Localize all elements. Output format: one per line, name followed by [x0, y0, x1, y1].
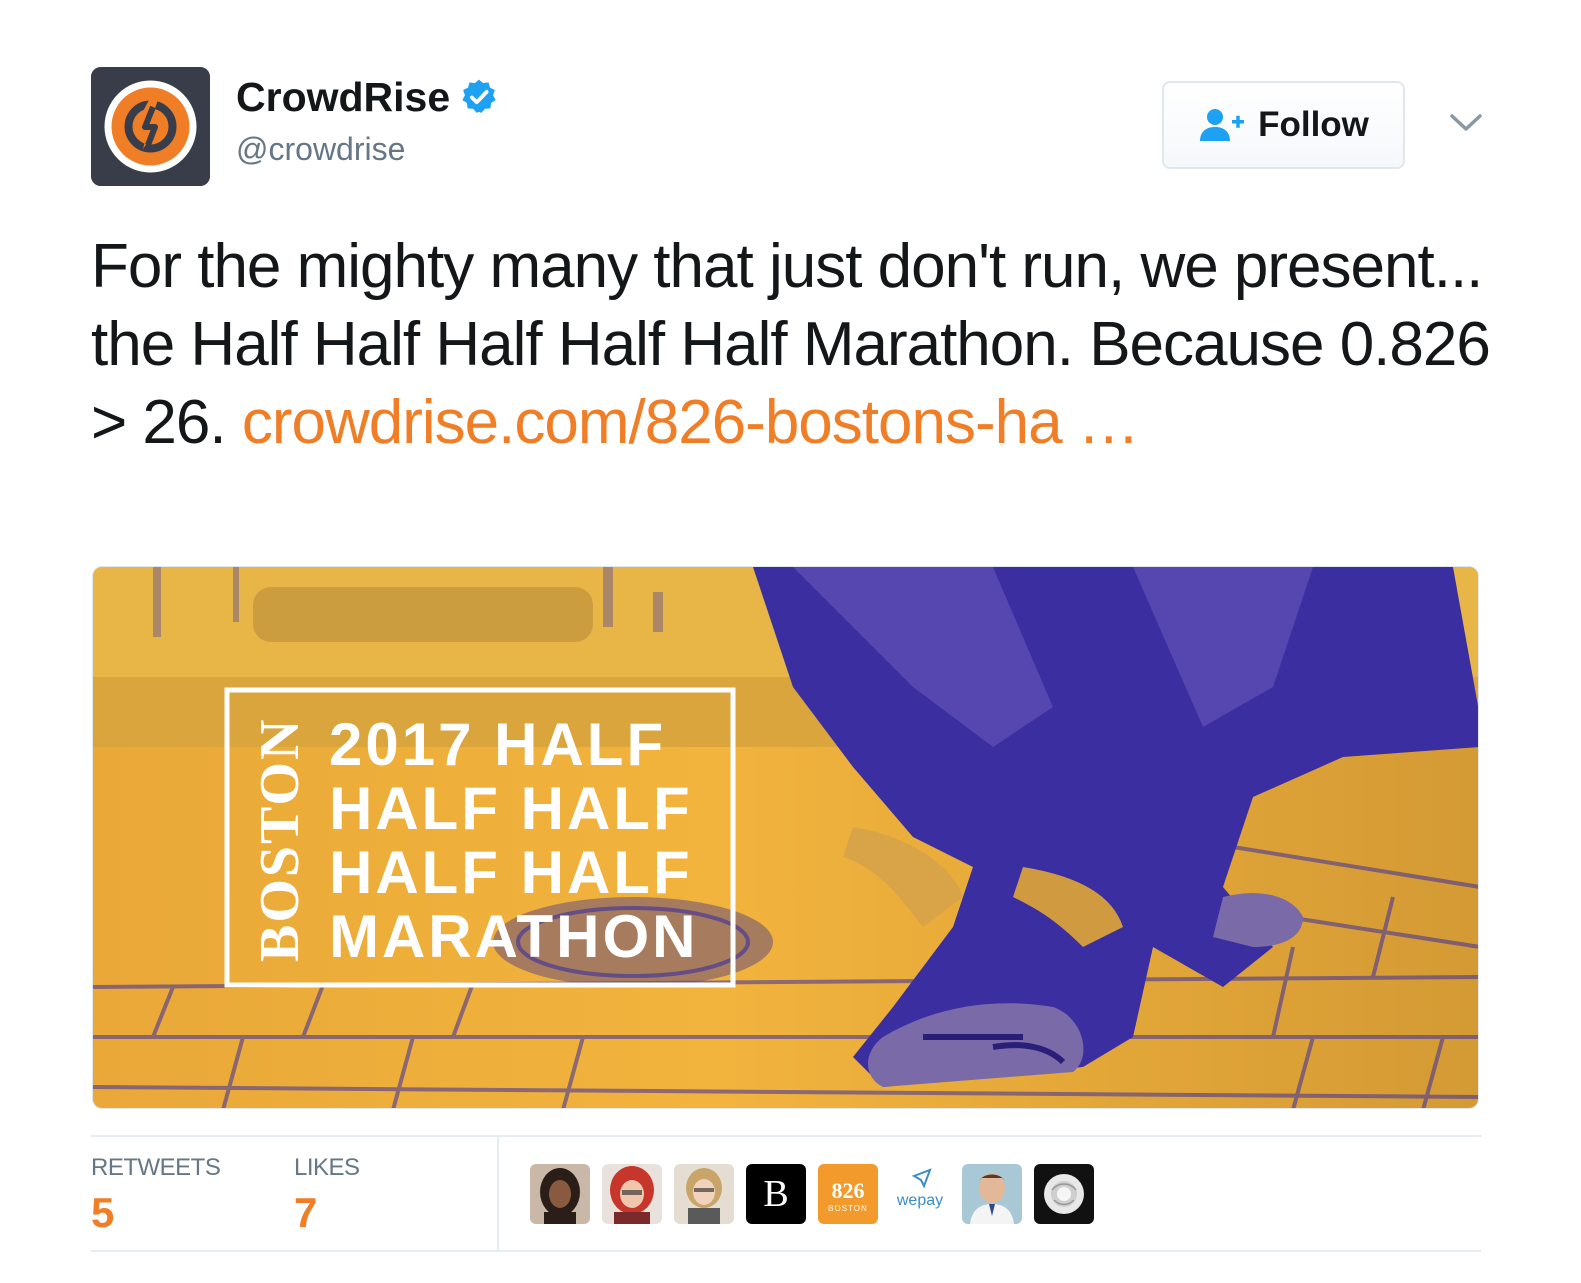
liker-avatar-wepay-label: wepay — [896, 1192, 944, 1209]
liker-avatar-826-label: 826 — [831, 1178, 865, 1203]
media-title-line-2: HALF HALF — [329, 775, 693, 842]
liker-avatar-b[interactable]: B — [746, 1164, 806, 1224]
likes-stat[interactable]: LIKES 7 — [294, 1153, 360, 1237]
follow-button[interactable]: Follow — [1162, 81, 1405, 169]
likes-count: 7 — [294, 1189, 318, 1236]
crowdrise-logo-icon[interactable] — [91, 67, 210, 186]
account-handle[interactable]: @crowdrise — [236, 129, 498, 169]
media-vertical-word: BOSTON — [249, 718, 311, 962]
tweet-text: For the mighty many that just don't run,… — [91, 228, 1491, 462]
stats-vertical-divider — [497, 1137, 499, 1250]
account-name-block[interactable]: CrowdRise @crowdrise — [236, 71, 498, 169]
liker-avatar-7[interactable] — [962, 1164, 1022, 1224]
liker-avatar-826[interactable]: 826 BOSTON — [818, 1164, 878, 1224]
liker-avatar-rose[interactable] — [1034, 1164, 1094, 1224]
retweets-count: 5 — [91, 1189, 115, 1236]
stats-divider — [91, 1135, 1481, 1137]
tweet-header: CrowdRise @crowdrise Follow — [91, 67, 1484, 187]
chevron-down-icon[interactable] — [1448, 111, 1484, 135]
follow-label: Follow — [1258, 105, 1369, 144]
media-title-line-1: 2017 HALF — [329, 711, 666, 778]
media-title-line-3: HALF HALF — [329, 839, 693, 906]
media-title-line-4: MARATHON — [329, 903, 699, 970]
liker-avatar-b-label: B — [763, 1173, 789, 1215]
retweets-label: RETWEETS — [91, 1154, 221, 1181]
likes-label: LIKES — [294, 1154, 360, 1181]
liker-avatar-wepay[interactable]: wepay — [890, 1164, 950, 1224]
tweet-media-image[interactable]: BOSTON 2017 HALF HALF HALF HALF HALF MAR… — [92, 566, 1479, 1109]
verified-badge-icon — [460, 78, 498, 116]
liker-avatar-2[interactable] — [602, 1164, 662, 1224]
display-name[interactable]: CrowdRise — [236, 71, 450, 123]
tweet-link[interactable]: crowdrise.com/826-bostons-ha … — [242, 388, 1140, 457]
retweets-stat[interactable]: RETWEETS 5 — [91, 1153, 221, 1237]
liker-avatar-826-sub: BOSTON — [828, 1204, 868, 1213]
stats-divider-bottom — [91, 1250, 1481, 1252]
add-user-icon — [1198, 107, 1246, 143]
liker-avatar-3[interactable] — [674, 1164, 734, 1224]
liker-avatar-1[interactable] — [530, 1164, 590, 1224]
likers-avatars: B 826 BOSTON wepay — [530, 1164, 1094, 1224]
